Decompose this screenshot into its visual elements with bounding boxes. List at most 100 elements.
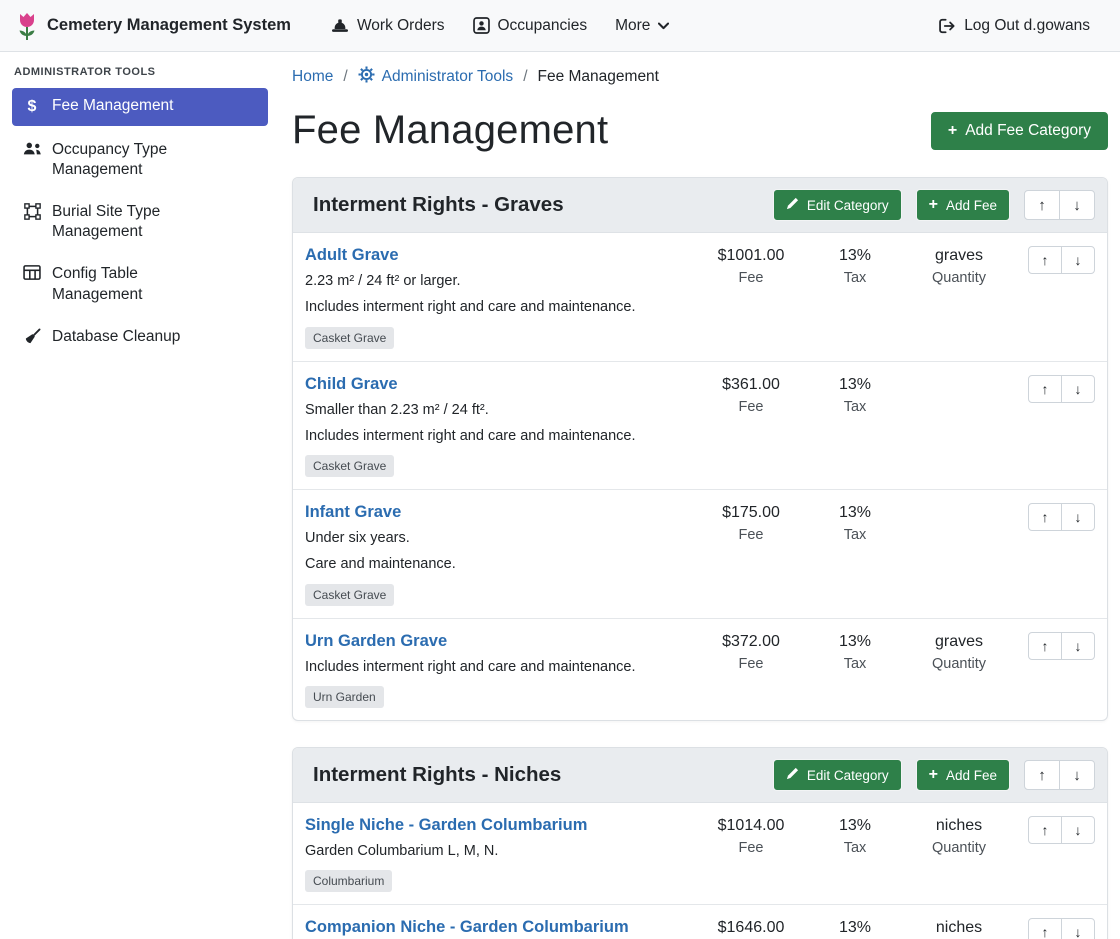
sidebar-item-occupancy-type-management[interactable]: Occupancy Type Management [12,132,268,188]
move-fee-down-button[interactable]: ↓ [1061,632,1095,660]
sidebar-item-database-cleanup[interactable]: Database Cleanup [12,319,268,355]
breadcrumb-home-link[interactable]: Home [292,68,333,86]
arrow-up-icon: ↑ [1038,197,1046,214]
fee-tax: 13% Tax [803,246,907,286]
move-fee-up-button[interactable]: ↑ [1028,816,1062,844]
fee-row: Single Niche - Garden Columbarium Garden… [293,803,1107,905]
main-content: Home / [280,52,1120,939]
fee-description: Care and maintenance. [305,554,699,574]
fee-description: Under six years. [305,528,699,548]
move-fee-up-button[interactable]: ↑ [1028,632,1062,660]
fee-name-link[interactable]: Adult Grave [305,246,399,265]
fee-type-badge: Casket Grave [305,327,394,349]
move-fee-up-button[interactable]: ↑ [1028,503,1062,531]
vector-square-icon [22,203,42,220]
plus-icon: + [929,767,938,783]
add-fee-category-button[interactable]: + Add Fee Category [931,112,1108,150]
nav-work-orders[interactable]: Work Orders [317,11,459,41]
move-fee-down-button[interactable]: ↓ [1061,246,1095,274]
category-reorder-buttons: ↑ ↓ [1024,760,1095,790]
breadcrumb-separator: / [343,68,347,86]
category-reorder-buttons: ↑ ↓ [1024,190,1095,220]
fee-tax: 13% Tax [803,918,907,939]
logout-link[interactable]: Log Out d.gowans [924,11,1104,41]
plus-icon: + [948,123,957,139]
chevron-down-icon [658,22,669,30]
logout-icon [938,18,956,34]
move-fee-down-button[interactable]: ↓ [1061,503,1095,531]
gear-icon [358,66,375,88]
move-fee-down-button[interactable]: ↓ [1061,375,1095,403]
nav-more[interactable]: More [601,11,683,41]
fee-name-link[interactable]: Infant Grave [305,503,401,522]
fee-quantity: graves Quantity [907,632,1011,672]
app-title: Cemetery Management System [47,16,291,35]
edit-category-button[interactable]: Edit Category [773,759,902,791]
fee-tax: 13% Tax [803,503,907,543]
move-fee-up-button[interactable]: ↑ [1028,246,1062,274]
fee-tax: 13% Tax [803,816,907,856]
fee-amount: $175.00 Fee [699,503,803,543]
sidebar-item-label: Fee Management [52,96,174,116]
arrow-down-icon: ↓ [1075,924,1082,939]
nav-work-orders-label: Work Orders [357,17,445,35]
arrow-down-icon: ↓ [1075,638,1082,654]
move-fee-down-button[interactable]: ↓ [1061,816,1095,844]
fee-type-badge: Urn Garden [305,686,384,708]
fee-row: Adult Grave 2.23 m² / 24 ft² or larger. … [293,233,1107,362]
arrow-up-icon: ↑ [1038,767,1046,784]
fee-name-link[interactable]: Companion Niche - Garden Columbarium [305,918,629,937]
table-icon [22,265,42,280]
fee-quantity [907,503,1011,504]
add-fee-button[interactable]: + Add Fee [916,189,1010,221]
add-fee-button[interactable]: + Add Fee [916,759,1010,791]
sidebar-item-config-table-management[interactable]: Config Table Management [12,256,268,312]
move-category-up-button[interactable]: ↑ [1024,760,1060,790]
fee-reorder-buttons: ↑ ↓ [1028,632,1095,660]
move-category-down-button[interactable]: ↓ [1059,760,1095,790]
arrow-down-icon: ↓ [1075,381,1082,397]
fee-row: Infant Grave Under six years. Care and m… [293,490,1107,619]
category-card-niches: Interment Rights - Niches Edit Category … [292,747,1108,939]
logout-label: Log Out d.gowans [964,17,1090,35]
fee-description: Garden Columbarium L, M, N. [305,841,699,861]
sidebar-item-burial-site-type-management[interactable]: Burial Site Type Management [12,194,268,250]
fee-tax: 13% Tax [803,632,907,672]
fee-reorder-buttons: ↑ ↓ [1028,246,1095,274]
add-fee-label: Add Fee [946,768,997,783]
move-fee-down-button[interactable]: ↓ [1061,918,1095,939]
broom-icon [22,328,42,345]
dollar-icon: $ [22,97,42,118]
fee-name-link[interactable]: Child Grave [305,375,398,394]
breadcrumb-separator: / [523,68,527,86]
fee-quantity: niches Quantity [907,918,1011,939]
nav-more-label: More [615,17,650,35]
edit-category-button[interactable]: Edit Category [773,189,902,221]
fee-name-link[interactable]: Urn Garden Grave [305,632,447,651]
add-fee-label: Add Fee [946,198,997,213]
move-category-down-button[interactable]: ↓ [1059,190,1095,220]
fee-reorder-buttons: ↑ ↓ [1028,816,1095,844]
fee-type-badge: Casket Grave [305,584,394,606]
nav-occupancies[interactable]: Occupancies [459,11,602,41]
nav-occupancies-label: Occupancies [498,17,588,35]
fee-type-badge: Columbarium [305,870,392,892]
edit-category-label: Edit Category [807,768,889,783]
arrow-up-icon: ↑ [1042,822,1049,838]
move-category-up-button[interactable]: ↑ [1024,190,1060,220]
fee-name-link[interactable]: Single Niche - Garden Columbarium [305,816,587,835]
sidebar-item-label: Database Cleanup [52,327,180,347]
move-fee-up-button[interactable]: ↑ [1028,918,1062,939]
fee-type-badge: Casket Grave [305,455,394,477]
fee-amount: $361.00 Fee [699,375,803,415]
arrow-down-icon: ↓ [1073,767,1081,784]
sidebar-item-label: Burial Site Type Management [52,202,230,242]
arrow-up-icon: ↑ [1042,638,1049,654]
sidebar: ADMINISTRATOR TOOLS $ Fee Management Occ… [0,52,280,361]
fee-description: Includes interment right and care and ma… [305,297,699,317]
arrow-down-icon: ↓ [1075,822,1082,838]
move-fee-up-button[interactable]: ↑ [1028,375,1062,403]
breadcrumb-admin-tools-link[interactable]: Administrator Tools [382,68,514,86]
page-title: Fee Management [292,108,608,153]
sidebar-item-fee-management[interactable]: $ Fee Management [12,88,268,126]
